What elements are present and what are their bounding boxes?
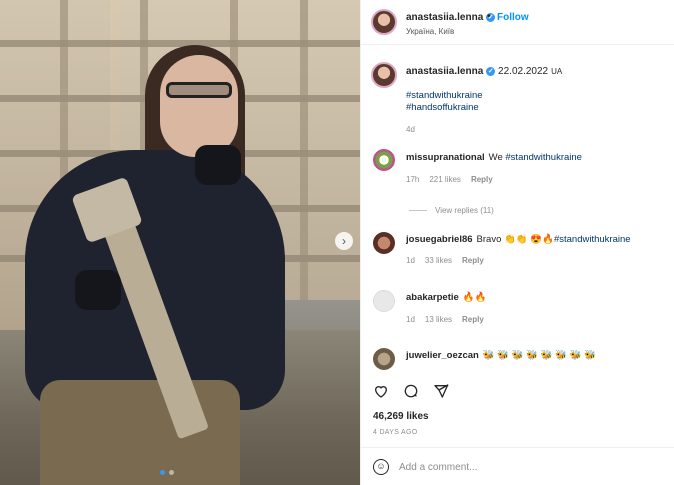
commenter-username[interactable]: josuegabriel86 bbox=[406, 234, 473, 245]
commenter-avatar[interactable] bbox=[373, 290, 395, 312]
reply-button[interactable]: Reply bbox=[462, 315, 484, 324]
comment-body: 🐝 🐝 🐝 🐝 🐝 🐝 🐝 🐝 bbox=[482, 350, 596, 361]
comment-bar: ☺ bbox=[361, 447, 674, 485]
caption-avatar[interactable] bbox=[371, 62, 397, 88]
commenter-avatar[interactable] bbox=[373, 149, 395, 171]
caption-flag: UA bbox=[551, 67, 563, 76]
carousel-dots bbox=[160, 470, 174, 475]
hashtag-link[interactable]: #standwithukraine bbox=[505, 152, 582, 163]
safety-glasses bbox=[166, 82, 232, 98]
comment-meta: 17h 221 likes Reply bbox=[406, 175, 503, 184]
commenter-avatar[interactable] bbox=[373, 232, 395, 254]
commenter-username[interactable]: missupranational bbox=[406, 152, 485, 163]
comment-icon[interactable] bbox=[403, 383, 419, 399]
comment-text: josuegabriel86 Bravo 👏👏 😍🔥#standwithukrai… bbox=[406, 234, 631, 245]
share-icon[interactable] bbox=[433, 383, 449, 399]
comment-text: missupranational We #standwithukraine bbox=[406, 152, 582, 163]
comment-time[interactable]: 1d bbox=[406, 315, 415, 324]
comment-body: We bbox=[488, 152, 506, 163]
person-pants bbox=[40, 380, 240, 485]
caption-username[interactable]: anastasiia.lenna bbox=[406, 66, 483, 77]
comment-time[interactable]: 17h bbox=[406, 175, 419, 184]
comment-input[interactable] bbox=[399, 457, 629, 477]
comment-meta: 1d 33 likes Reply bbox=[406, 256, 494, 265]
reply-button[interactable]: Reply bbox=[471, 175, 493, 184]
post-location[interactable]: Україна, Київ bbox=[406, 27, 454, 36]
commenter-avatar[interactable] bbox=[373, 348, 395, 370]
heart-icon[interactable] bbox=[373, 383, 389, 399]
glove bbox=[75, 270, 121, 310]
comment-text: juwelier_oezcan 🐝 🐝 🐝 🐝 🐝 🐝 🐝 🐝 bbox=[406, 350, 596, 361]
author-avatar[interactable] bbox=[371, 9, 397, 35]
likes-count[interactable]: 46,269 likes bbox=[373, 411, 429, 422]
comment-text: abakarpetie 🔥🔥 bbox=[406, 292, 486, 303]
comment-time[interactable]: 1d bbox=[406, 256, 415, 265]
carousel-dot bbox=[169, 470, 174, 475]
separator-dot: • bbox=[487, 11, 491, 22]
comment-likes[interactable]: 221 likes bbox=[429, 175, 461, 184]
chevron-right-icon[interactable]: › bbox=[335, 232, 353, 250]
follow-button[interactable]: Follow bbox=[497, 12, 529, 23]
commenter-username[interactable]: abakarpetie bbox=[406, 292, 459, 303]
post-header: anastasiia.lenna ✓ • Follow Україна, Київ bbox=[361, 0, 674, 45]
comment-meta: 1d 13 likes Reply bbox=[406, 315, 494, 324]
caption-header: anastasiia.lenna ✓ 22.02.2022 UA bbox=[406, 66, 562, 77]
person-head bbox=[160, 55, 238, 157]
emoji-icon[interactable]: ☺ bbox=[373, 459, 389, 475]
hashtag-link[interactable]: #standwithukraine bbox=[554, 234, 631, 245]
building-pillar bbox=[300, 0, 308, 300]
posted-time[interactable]: 4 DAYS AGO bbox=[373, 429, 418, 436]
post-actions bbox=[373, 383, 449, 399]
post-photo[interactable]: › bbox=[0, 0, 360, 485]
comment-body: Bravo 👏👏 😍🔥 bbox=[476, 234, 554, 245]
caption-date: 22.02.2022 bbox=[498, 66, 549, 77]
caption-time[interactable]: 4d bbox=[406, 125, 415, 134]
comment-likes[interactable]: 13 likes bbox=[425, 315, 452, 324]
verified-badge-icon: ✓ bbox=[486, 66, 496, 76]
hashtag-link[interactable]: #standwithukraine bbox=[406, 90, 483, 101]
reply-button[interactable]: Reply bbox=[462, 256, 484, 265]
commenter-username[interactable]: juwelier_oezcan bbox=[406, 350, 479, 361]
comment-likes[interactable]: 33 likes bbox=[425, 256, 452, 265]
view-replies-button[interactable]: View replies (11) bbox=[409, 206, 494, 215]
carousel-dot-active bbox=[160, 470, 165, 475]
comment-body: 🔥🔥 bbox=[462, 292, 487, 303]
post-sidebar: anastasiia.lenna ✓ • Follow Україна, Київ… bbox=[360, 0, 674, 485]
glove bbox=[195, 145, 241, 185]
author-username[interactable]: anastasiia.lenna ✓ bbox=[406, 12, 496, 23]
author-username-text[interactable]: anastasiia.lenna bbox=[406, 12, 483, 23]
hashtag-link[interactable]: #handsoffukraine bbox=[406, 102, 479, 113]
